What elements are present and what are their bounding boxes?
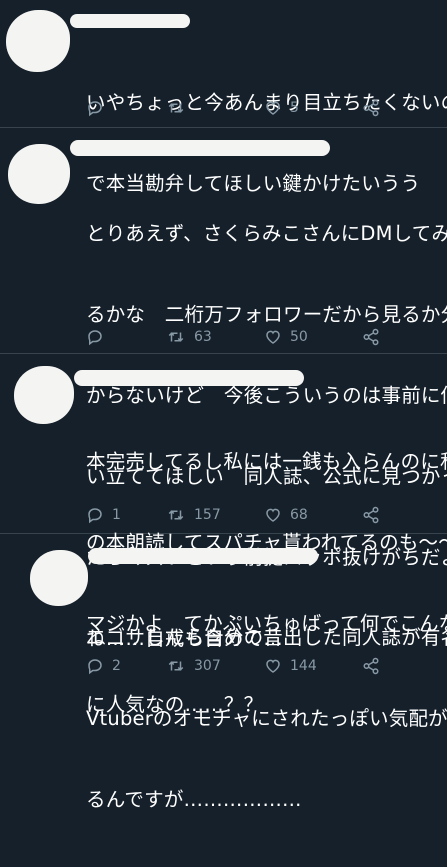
reply-count: 1 — [112, 507, 121, 523]
share-button[interactable] — [362, 506, 380, 524]
avatar[interactable] — [14, 366, 74, 424]
share-button[interactable] — [362, 657, 380, 675]
share-icon — [363, 506, 379, 524]
like-count: 50 — [290, 329, 308, 345]
redacted-username — [74, 370, 304, 386]
tweet-text-line: エゴサしたら自分の昔出した同人誌が有名 — [86, 626, 447, 649]
tweet-text-line: るんですが……………… — [86, 788, 302, 811]
reply-count: 2 — [112, 658, 121, 674]
retweet-count: 307 — [194, 658, 221, 674]
like-count: 144 — [290, 658, 317, 674]
like-button[interactable]: 5 — [264, 99, 362, 117]
like-icon — [266, 659, 280, 673]
tweet-actions: 5 — [86, 97, 407, 119]
retweet-icon — [168, 661, 184, 671]
retweet-icon — [168, 332, 184, 342]
like-icon — [266, 330, 280, 344]
tweet-text-line: Vtuberのオモチャにされたっぽい気配がす — [86, 707, 447, 730]
tweet[interactable]: いやちょっと今あんまり目立ちたくないの で本当勘弁してほしい鍵かけたいうう 5 — [0, 0, 447, 195]
tweet-actions: 1 157 68 — [86, 504, 407, 526]
reply-icon — [88, 659, 102, 675]
tweet[interactable]: とりあえず、さくらみこさんにDMしてみ るかな 二桁万フォロワーだから見るか分 … — [0, 128, 447, 650]
redacted-username — [88, 548, 318, 564]
avatar[interactable] — [6, 10, 70, 72]
retweet-icon — [168, 103, 184, 113]
retweet-icon — [168, 510, 184, 520]
reply-button[interactable]: 1 — [86, 506, 166, 524]
retweet-button[interactable] — [166, 99, 264, 117]
retweet-button[interactable]: 63 — [166, 328, 264, 346]
like-icon — [266, 508, 280, 522]
redacted-username — [70, 14, 190, 28]
avatar[interactable] — [8, 144, 70, 204]
retweet-count: 63 — [194, 329, 212, 345]
like-count: 68 — [290, 507, 308, 523]
reply-button[interactable]: 2 — [86, 657, 166, 675]
like-button[interactable]: 144 — [264, 657, 362, 675]
tweet-actions: 2 307 144 — [86, 655, 407, 677]
tweet[interactable]: エゴサしたら自分の昔出した同人誌が有名 Vtuberのオモチャにされたっぽい気配… — [0, 534, 447, 811]
retweet-count: 157 — [194, 507, 221, 523]
reply-button[interactable] — [86, 328, 166, 346]
redacted-username — [70, 140, 330, 156]
share-icon — [363, 99, 379, 117]
reply-icon — [88, 330, 102, 346]
share-button[interactable] — [362, 328, 380, 346]
tweet-text-line: るかな 二桁万フォロワーだから見るか分 — [86, 303, 447, 326]
reply-icon — [88, 508, 102, 524]
tweet[interactable]: 本完売してるし私には一銭も入らんのに私 の本朗読してスパチャ貰われてるのも〜〜 … — [0, 354, 447, 716]
share-icon — [363, 657, 379, 675]
retweet-button[interactable]: 307 — [166, 657, 264, 675]
like-count: 5 — [290, 100, 299, 116]
tweet-actions: 63 50 — [86, 326, 407, 348]
reply-button[interactable] — [86, 99, 166, 117]
tweet-text: エゴサしたら自分の昔出した同人誌が有名 Vtuberのオモチャにされたっぽい気配… — [86, 570, 447, 867]
like-icon — [266, 101, 280, 115]
retweet-button[interactable]: 157 — [166, 506, 264, 524]
like-button[interactable]: 50 — [264, 328, 362, 346]
avatar[interactable] — [30, 550, 88, 606]
tweet-text-line: とりあえず、さくらみこさんにDMしてみ — [86, 222, 447, 245]
like-button[interactable]: 68 — [264, 506, 362, 524]
share-icon — [363, 328, 379, 346]
reply-icon — [88, 101, 102, 117]
tweet-text-line: 本完売してるし私には一銭も入らんのに私 — [86, 450, 447, 473]
share-button[interactable] — [362, 99, 380, 117]
